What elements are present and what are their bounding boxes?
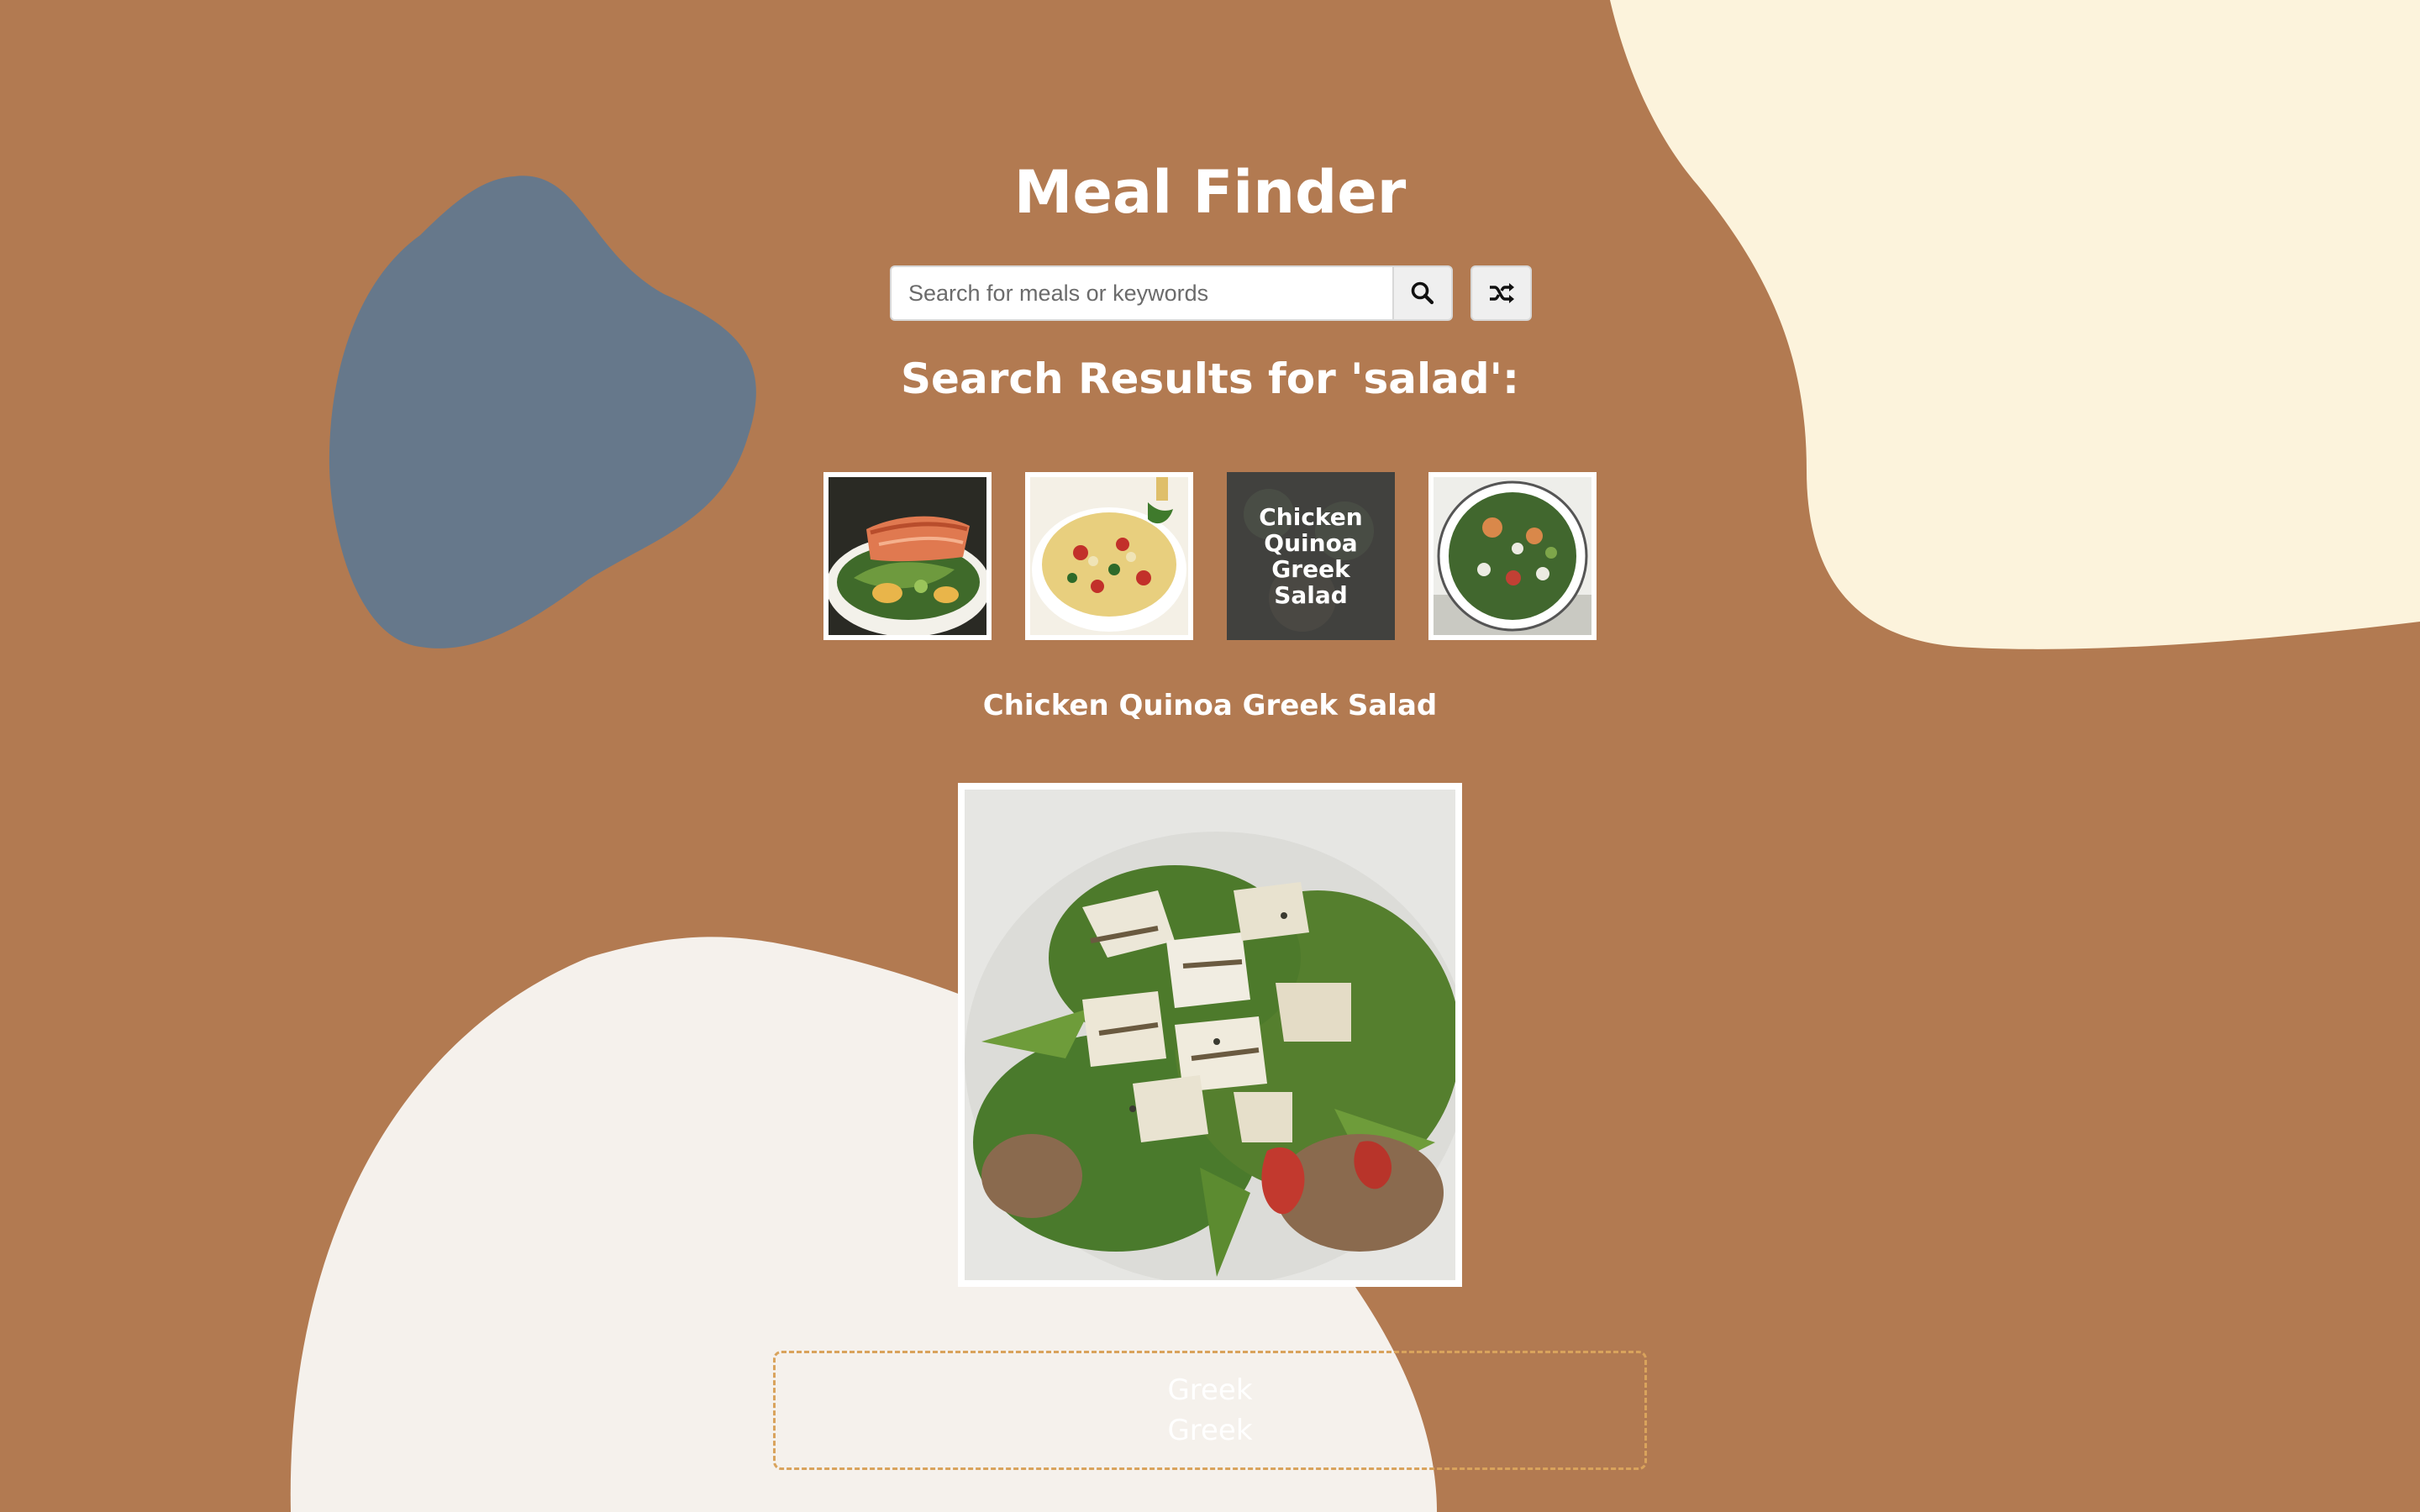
meal-card-chicken-quinoa-greek-salad[interactable]: Chicken Quinoa Greek Salad xyxy=(1227,472,1395,640)
meal-card-pasta-salad[interactable] xyxy=(1025,472,1193,640)
meal-tag: Greek xyxy=(1167,1373,1253,1407)
search-icon xyxy=(1411,281,1434,305)
meal-tag: Greek xyxy=(1167,1414,1253,1447)
results-heading: Search Results for 'salad': xyxy=(901,354,1519,403)
page-title: Meal Finder xyxy=(1013,158,1407,227)
search-button[interactable] xyxy=(1392,265,1453,321)
meal-thumbnail xyxy=(829,477,986,635)
selected-meal-image xyxy=(958,783,1462,1287)
meal-hover-label: Chicken Quinoa Greek Salad xyxy=(1259,503,1363,609)
meal-results-list: Chicken Quinoa Greek Salad xyxy=(823,472,1597,640)
meal-photo xyxy=(965,790,1455,1280)
selected-meal-name: Chicken Quinoa Greek Salad xyxy=(982,689,1438,722)
meal-card-green-salad[interactable] xyxy=(1428,472,1597,640)
shuffle-icon xyxy=(1489,283,1514,303)
meal-thumbnail xyxy=(1030,477,1188,635)
search-form xyxy=(890,265,1532,324)
meal-thumbnail xyxy=(1434,477,1591,635)
meal-tags: Greek Greek xyxy=(773,1351,1647,1470)
meal-card-salmon-salad[interactable] xyxy=(823,472,992,640)
search-input[interactable] xyxy=(890,265,1394,321)
random-meal-button[interactable] xyxy=(1470,265,1532,321)
